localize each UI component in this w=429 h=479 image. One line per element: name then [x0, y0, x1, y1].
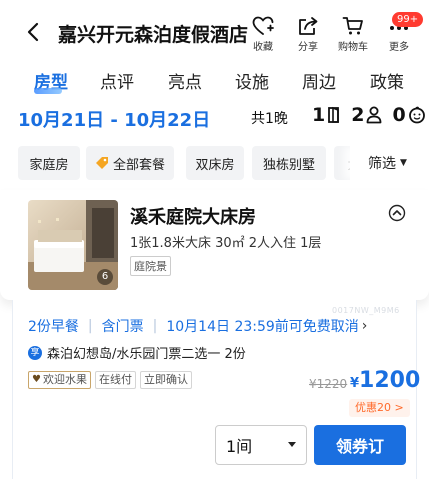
date-range[interactable]: 10月21日 - 10月22日 [18, 106, 210, 132]
current-price: ¥1200 [350, 368, 420, 393]
cancel-policy: 10月14日 23:59前可免费取消 [166, 319, 359, 335]
favorite-label: 收藏 [253, 42, 273, 53]
filter-chip-packages-label: 全部套餐 [112, 157, 165, 173]
gift-icon: ♥ [32, 374, 41, 385]
tag-welcome-fruit: ♥ 欢迎水果 [28, 371, 91, 389]
nights-count: 共1晚 [251, 111, 288, 127]
filter-chip-family[interactable]: 家庭房 [18, 146, 80, 180]
room-view-tag: 庭院景 [130, 256, 171, 276]
back-arrow-icon[interactable] [22, 20, 46, 44]
favorite-button[interactable]: 收藏 [243, 16, 283, 58]
tag-pay-online: 在线付 [94, 371, 136, 389]
divider: | [87, 318, 93, 334]
share-icon [299, 17, 318, 35]
divider: | [152, 318, 158, 334]
heart-plus-icon [252, 16, 274, 35]
tab-policies[interactable]: 政策 [370, 68, 404, 93]
cart-icon [342, 17, 363, 35]
rate-tags: ♥ 欢迎水果 在线付 立即确认 [28, 371, 192, 389]
rate-plan-policies[interactable]: 2份早餐 | 含门票 | 10月14日 23:59前可免费取消 › [28, 316, 367, 336]
ticket-info: 含门票 [101, 319, 144, 335]
date-bar: 10月21日 - 10月22日 共1晚 1 2 0 [0, 98, 429, 136]
tab-highlights[interactable]: 亮点 [168, 68, 202, 93]
watermark-text: 0017NW_M9M6 [332, 306, 400, 315]
section-tabs: 房型 点评 亮点 设施 周边 政策 [0, 64, 429, 96]
active-tab-indicator [34, 88, 62, 94]
rooms-count: 1 [312, 104, 326, 126]
top-bar: 嘉兴开元森泊度假酒店 收藏 分享 购物车 更多 99+ [0, 0, 429, 62]
room-specs: 1张1.8米大床 30㎡ 2人入住 1层 [130, 236, 322, 251]
package-badge-icon: 享 [28, 345, 42, 360]
filter-label: 筛选 [368, 156, 396, 172]
more-label: 更多 [389, 42, 409, 53]
dropdown-caret-icon [288, 442, 296, 447]
filter-chips: 家庭房 全部套餐 双床房 独栋别墅 大 筛选 ▼ [0, 146, 429, 182]
child-icon [408, 106, 425, 124]
photo-count: 6 [97, 269, 113, 285]
original-price: ¥1220 [309, 377, 348, 391]
tab-reviews[interactable]: 点评 [100, 68, 134, 93]
room-photo[interactable]: 6 [28, 200, 118, 290]
tag-instant-confirm: 立即确认 [139, 371, 192, 389]
room-quantity-select[interactable]: 1间 [215, 425, 307, 465]
room-name: 溪禾庭院大床房 [130, 207, 256, 228]
room-quantity-value: 1间 [226, 437, 253, 456]
caret-down-icon: ▼ [400, 158, 407, 168]
tag-welcome-fruit-label: 欢迎水果 [42, 373, 87, 386]
hotel-title: 嘉兴开元森泊度假酒店 [58, 24, 249, 46]
room-card[interactable]: 6 溪禾庭院大床房 1张1.8米大床 30㎡ 2人入住 1层 庭院景 [0, 190, 429, 300]
occupancy-selector[interactable]: 1 2 0 [312, 104, 426, 126]
filter-chip-villa[interactable]: 独栋别墅 [252, 146, 326, 180]
coupon-badge[interactable]: 优惠20 > [349, 399, 410, 417]
cart-label: 购物车 [338, 42, 368, 53]
filter-chip-twin[interactable]: 双床房 [186, 146, 244, 180]
price-value: 1200 [359, 368, 421, 393]
cart-button[interactable]: 购物车 [333, 16, 373, 58]
currency-symbol: ¥ [350, 376, 360, 391]
package-info: 享 森泊幻想岛/水乐园门票二选一 2份 [28, 343, 246, 362]
chevron-right-icon: › [361, 318, 368, 334]
room-icon [328, 106, 340, 123]
share-label: 分享 [298, 42, 318, 53]
notification-badge: 99+ [392, 12, 424, 27]
share-button[interactable]: 分享 [288, 16, 328, 58]
children-count: 0 [392, 104, 406, 126]
filter-chip-packages[interactable]: 全部套餐 [86, 146, 174, 180]
tag-icon [95, 157, 108, 169]
package-description: 森泊幻想岛/水乐园门票二选一 2份 [47, 347, 246, 362]
book-button[interactable]: 领券订 [314, 425, 406, 465]
filter-button[interactable]: 筛选 ▼ [350, 146, 429, 180]
adults-count: 2 [351, 104, 365, 126]
tab-facilities[interactable]: 设施 [235, 68, 269, 93]
adult-icon [367, 106, 382, 124]
breakfast-info: 2份早餐 [28, 319, 79, 335]
collapse-icon[interactable] [388, 204, 406, 222]
tab-nearby[interactable]: 周边 [302, 68, 336, 93]
